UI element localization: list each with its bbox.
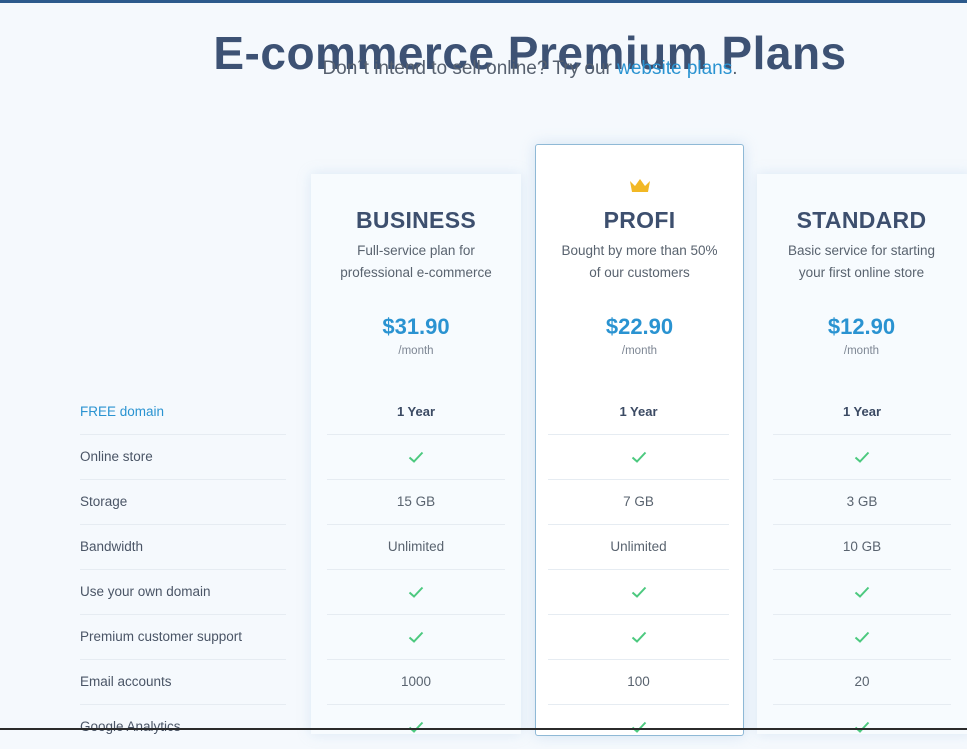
check-icon bbox=[408, 587, 424, 599]
plan-period: /month bbox=[398, 345, 434, 357]
feature-label-storage: Storage bbox=[80, 480, 286, 525]
plan-name: BUSINESS bbox=[356, 207, 476, 233]
page-subtitle: Don´t intend to sell online? Try our web… bbox=[0, 58, 967, 80]
subtitle-text: Don´t intend to sell online? Try our bbox=[322, 58, 618, 79]
feature-value: 15 GB bbox=[327, 480, 505, 525]
plan-description-line: Bought by more than 50% bbox=[561, 243, 718, 258]
feature-value bbox=[548, 570, 729, 615]
plan-description-line: Full-service plan for bbox=[357, 243, 475, 258]
feature-label-online-store: Online store bbox=[80, 435, 286, 480]
feature-value bbox=[548, 705, 729, 749]
feature-label-premium-support: Premium customer support bbox=[80, 615, 286, 660]
plan-period: /month bbox=[843, 345, 880, 357]
check-icon bbox=[408, 632, 424, 644]
plan-description-line: your first online store bbox=[798, 265, 925, 280]
feature-value: 7 GB bbox=[548, 480, 729, 525]
feature-value bbox=[773, 570, 951, 615]
plan-description: Bought by more than 50% of our customers bbox=[536, 240, 743, 284]
feature-value: 10 GB bbox=[773, 525, 951, 570]
feature-value: 100 bbox=[548, 660, 729, 705]
feature-value bbox=[327, 705, 505, 749]
plan-description-line: Basic service for starting bbox=[787, 243, 936, 258]
feature-value: 20 bbox=[773, 660, 951, 705]
plan-description: Full-service plan for professional e-com… bbox=[311, 240, 521, 284]
plan-features: 1 Year 7 GB Unlimited 100 bbox=[548, 390, 729, 749]
plan-price: $31.90 bbox=[382, 314, 450, 339]
feature-value: 1 Year bbox=[327, 390, 505, 435]
feature-value bbox=[548, 615, 729, 660]
feature-value: Unlimited bbox=[327, 525, 505, 570]
feature-value bbox=[773, 615, 951, 660]
feature-labels: FREE domain Online store Storage Bandwid… bbox=[80, 390, 286, 749]
plan-card-business[interactable]: BUSINESS Full-service plan for professio… bbox=[311, 174, 521, 734]
feature-value bbox=[327, 615, 505, 660]
plan-period: /month bbox=[621, 345, 658, 357]
subtitle-period: . bbox=[732, 58, 738, 79]
check-icon bbox=[631, 587, 646, 599]
check-icon bbox=[631, 632, 646, 644]
plan-price: $22.90 bbox=[605, 314, 674, 339]
check-icon bbox=[854, 452, 870, 464]
feature-value bbox=[327, 435, 505, 480]
plan-description-line: professional e-commerce bbox=[340, 265, 492, 280]
plan-description: Basic service for starting your first on… bbox=[757, 240, 966, 284]
check-icon bbox=[854, 587, 870, 599]
plan-features: 1 Year 3 GB 10 GB 20 bbox=[773, 390, 951, 749]
check-icon bbox=[408, 452, 424, 464]
feature-value bbox=[548, 435, 729, 480]
plan-card-profi[interactable]: PROFI Bought by more than 50% of our cus… bbox=[535, 144, 744, 736]
plan-card-standard[interactable]: STANDARD Basic service for starting your… bbox=[757, 174, 967, 734]
top-border bbox=[0, 0, 967, 3]
plan-name: STANDARD bbox=[796, 207, 927, 233]
plan-features: 1 Year 15 GB Unlimited 1000 bbox=[327, 390, 505, 749]
feature-value: 1 Year bbox=[548, 390, 729, 435]
feature-value: Unlimited bbox=[548, 525, 729, 570]
feature-label-free-domain: FREE domain bbox=[80, 390, 286, 435]
feature-value bbox=[773, 435, 951, 480]
plan-description-line: of our customers bbox=[589, 265, 690, 280]
check-icon bbox=[631, 452, 646, 464]
feature-value: 1000 bbox=[327, 660, 505, 705]
website-plans-link[interactable]: website plans bbox=[617, 58, 732, 79]
plan-price: $12.90 bbox=[827, 314, 896, 339]
feature-value bbox=[773, 705, 951, 749]
plan-name: PROFI bbox=[603, 207, 676, 233]
feature-label-email-accounts: Email accounts bbox=[80, 660, 286, 705]
feature-value: 3 GB bbox=[773, 480, 951, 525]
feature-label-bandwidth: Bandwidth bbox=[80, 525, 286, 570]
feature-value bbox=[327, 570, 505, 615]
feature-label-google-analytics: Google Analytics bbox=[80, 719, 181, 734]
feature-value: 1 Year bbox=[773, 390, 951, 435]
check-icon bbox=[854, 632, 870, 644]
crown-icon bbox=[630, 179, 650, 192]
feature-label-own-domain: Use your own domain bbox=[80, 570, 286, 615]
